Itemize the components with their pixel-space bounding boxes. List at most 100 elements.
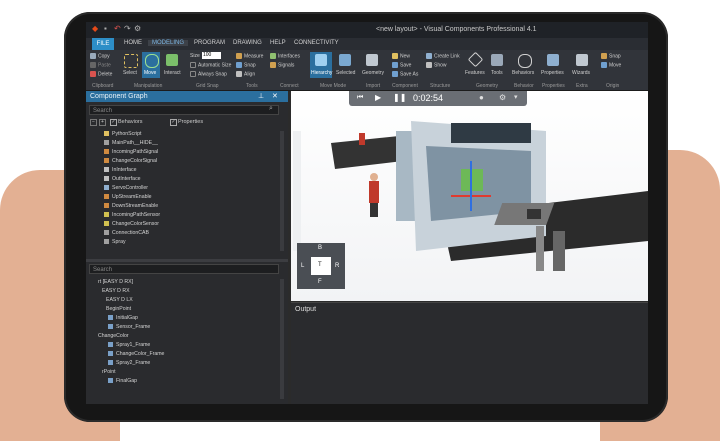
behaviors-button[interactable]: Behaviors — [512, 70, 534, 76]
cube-face-bottom[interactable]: F — [318, 279, 322, 285]
lower-search-input[interactable]: Search — [89, 264, 279, 274]
geometry-import-button[interactable]: Geometry — [362, 70, 384, 76]
close-icon[interactable]: ✕ — [272, 92, 278, 100]
tab-help[interactable]: HELP — [270, 40, 286, 46]
tree-item[interactable]: ChangeColorSignal — [104, 158, 157, 164]
tree-item[interactable]: ConnectionCAB — [104, 230, 149, 236]
tree-item[interactable]: IncomingPathSignal — [104, 149, 158, 155]
import-group-label: Import — [366, 83, 381, 89]
grid-size-input[interactable]: 100 — [202, 52, 221, 59]
cube-face-left[interactable]: L — [301, 263, 304, 269]
record-icon[interactable]: ● — [479, 93, 484, 102]
pause-icon[interactable]: ❚❚ — [393, 93, 406, 102]
features-button[interactable]: Features — [465, 70, 485, 76]
settings-icon[interactable]: ⚙ — [134, 25, 142, 33]
signal-icon — [104, 194, 109, 200]
script-icon — [104, 131, 109, 137]
tree-item[interactable]: EASY D LX — [106, 297, 133, 303]
tree-item[interactable]: PythonScript — [104, 131, 141, 137]
lower-scrollbar[interactable] — [280, 279, 284, 399]
pin-icon[interactable]: ⊥ — [258, 92, 264, 100]
tree-item[interactable]: UpStreamEnable — [104, 194, 152, 200]
properties-button[interactable]: Properties — [541, 70, 564, 76]
collapse-icon[interactable]: − — [90, 119, 97, 126]
tab-drawing[interactable]: DRAWING — [233, 40, 262, 46]
tree-item[interactable]: EASY D RX — [102, 288, 130, 294]
tree-scrollbar[interactable] — [280, 131, 284, 251]
create-link-button[interactable]: Create Link — [426, 53, 460, 59]
geometry-tools-button[interactable]: Tools — [491, 70, 503, 76]
interact-icon — [166, 54, 178, 66]
tree-item[interactable]: FinalGap — [108, 378, 137, 384]
tree-item[interactable]: Sensor_Frame — [108, 324, 150, 330]
save-icon[interactable]: ▪ — [104, 25, 112, 33]
camera-stand — [527, 209, 541, 219]
tree-item[interactable]: MainPath__HIDE__ — [104, 140, 158, 146]
tree-item[interactable]: ChangeColor_Frame — [108, 351, 164, 357]
wizards-button[interactable]: Wizards — [572, 70, 590, 76]
cube-face-center[interactable]: T — [318, 262, 322, 268]
always-snap-toggle[interactable]: Always Snap — [190, 71, 227, 77]
tab-program[interactable]: PROGRAM — [194, 40, 225, 46]
navigation-cube[interactable]: B L T R F — [297, 243, 349, 293]
save-as-component-button[interactable]: Save As — [392, 71, 418, 77]
tree-item[interactable]: rPoint — [102, 369, 116, 375]
rewind-icon[interactable]: ⏮ — [357, 94, 363, 102]
copy-button[interactable]: Copy — [90, 53, 110, 59]
tree-item[interactable]: Spray1_Frame — [108, 342, 150, 348]
tree-item[interactable]: Spray2_Frame — [108, 360, 150, 366]
3d-viewport[interactable]: ⏮ ▶ ❚❚ 0:02:54 ● ⚙ ▾ B L T R F — [291, 91, 648, 301]
behaviors-checkbox[interactable]: ✓ — [110, 119, 117, 126]
move-button[interactable]: Move — [144, 70, 156, 76]
interfaces-button[interactable]: Interfaces — [270, 53, 300, 59]
manipulation-group-label: Manipulation — [134, 83, 163, 89]
snap-button[interactable]: Snap — [236, 62, 256, 68]
selected-button[interactable]: Selected — [336, 70, 355, 76]
component-graph-search-input[interactable]: Search — [89, 105, 279, 115]
origin-move-button[interactable]: Move — [601, 62, 621, 68]
tab-modeling[interactable]: MODELING — [148, 40, 189, 46]
tab-home[interactable]: HOME — [124, 40, 142, 46]
tree-item[interactable]: IncomingPathSensor — [104, 212, 160, 218]
automatic-size-toggle[interactable]: Automatic Size — [190, 62, 231, 68]
delete-button[interactable]: Delete — [90, 71, 112, 77]
panel-divider[interactable] — [86, 259, 288, 262]
origin-snap-button[interactable]: Snap — [601, 53, 621, 59]
tree-item[interactable]: ChangeColorSensor — [104, 221, 159, 227]
tree-item[interactable]: Spray — [104, 239, 126, 245]
measure-button[interactable]: Measure — [236, 53, 263, 59]
paste-button[interactable]: Paste — [90, 62, 111, 68]
frame-icon — [108, 360, 113, 366]
cube-face-right[interactable]: R — [335, 263, 339, 269]
interact-button[interactable]: Interact — [164, 70, 181, 76]
cube-face-top[interactable]: B — [318, 245, 322, 251]
properties-checkbox[interactable]: ✓ — [170, 119, 177, 126]
new-component-button[interactable]: New — [392, 53, 410, 59]
undo-icon[interactable]: ↶ — [114, 25, 122, 33]
settings-icon[interactable]: ⚙ — [499, 93, 506, 102]
save-component-button[interactable]: Save — [392, 62, 411, 68]
chevron-down-icon[interactable]: ▾ — [514, 93, 518, 101]
expand-icon[interactable]: + — [99, 119, 106, 126]
tree-item[interactable]: OutInterface — [104, 176, 141, 182]
select-button[interactable]: Select — [123, 70, 137, 76]
link-icon — [426, 53, 432, 59]
redo-icon[interactable]: ↷ — [124, 25, 132, 33]
tools-group-label: Tools — [246, 83, 258, 89]
tree-item[interactable]: InitialGap — [108, 315, 138, 321]
tree-item[interactable]: DownStreamEnable — [104, 203, 158, 209]
tree-item[interactable]: BeginPoint — [106, 306, 131, 312]
hierarchy-button[interactable]: Hierarchy — [311, 70, 332, 76]
play-icon[interactable]: ▶ — [375, 93, 381, 102]
robot-body — [369, 181, 379, 203]
tree-item[interactable]: ChangeColor — [98, 333, 129, 339]
show-button[interactable]: Show — [426, 62, 447, 68]
tab-connectivity[interactable]: CONNECTIVITY — [294, 40, 339, 46]
tree-item[interactable]: rt [EASY D RX] — [98, 279, 133, 285]
frame-icon — [108, 378, 113, 384]
tree-item[interactable]: InInterface — [104, 167, 137, 173]
tree-item[interactable]: ServoController — [104, 185, 148, 191]
align-button[interactable]: Align — [236, 71, 255, 77]
signals-button[interactable]: Signals — [270, 62, 294, 68]
file-tab[interactable]: FILE — [92, 38, 114, 50]
